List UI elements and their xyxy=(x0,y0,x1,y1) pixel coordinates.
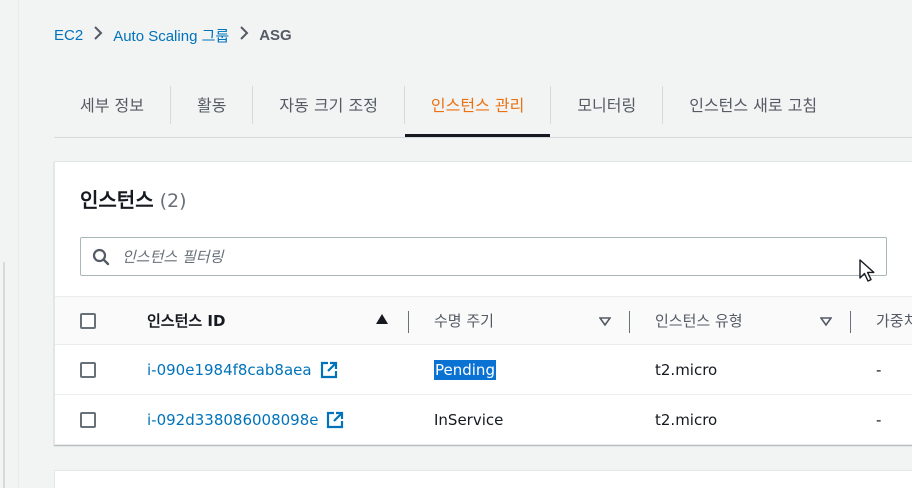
header-lifecycle[interactable]: 수명 주기 xyxy=(434,297,494,344)
column-divider[interactable] xyxy=(629,311,630,333)
table-row[interactable]: i-090e1984f8cab8aea Pending t2.micro - xyxy=(55,345,912,395)
table-header: 인스턴스 ID 수명 주기 인스턴스 유형 가중치 xyxy=(55,296,912,345)
lifecycle-status: InService xyxy=(434,410,504,429)
lifecycle-status-selected: Pending xyxy=(434,359,496,380)
left-rail-line xyxy=(3,262,5,488)
breadcrumb-ec2[interactable]: EC2 xyxy=(54,27,83,44)
select-all-cell xyxy=(80,297,96,344)
header-weight-label: 가중치 xyxy=(876,312,912,330)
select-all-checkbox[interactable] xyxy=(80,312,96,329)
external-link-icon[interactable] xyxy=(320,361,338,379)
instance-id-link[interactable]: i-092d338086008098e xyxy=(147,411,318,429)
filter-input[interactable] xyxy=(122,247,822,266)
header-instance-type[interactable]: 인스턴스 유형 xyxy=(655,297,743,344)
instance-id-cell: i-092d338086008098e xyxy=(147,395,344,444)
instance-type-cell: t2.micro xyxy=(655,395,717,444)
tabs-baseline xyxy=(54,137,912,138)
next-panel xyxy=(54,470,912,488)
row-checkbox[interactable] xyxy=(80,411,96,428)
sort-descending-icon[interactable] xyxy=(598,315,612,329)
tab-instance-management[interactable]: 인스턴스 관리 xyxy=(404,80,551,137)
row-checkbox[interactable] xyxy=(80,361,96,378)
chevron-right-icon xyxy=(239,25,249,45)
tab-automatic-scaling[interactable]: 자동 크기 조정 xyxy=(253,80,404,137)
breadcrumb-current: ASG xyxy=(259,26,292,44)
table-row[interactable]: i-092d338086008098e InService t2.micro - xyxy=(55,395,912,445)
instance-count: (2) xyxy=(159,190,187,212)
instance-type-cell: t2.micro xyxy=(655,345,717,394)
tab-details[interactable]: 세부 정보 xyxy=(54,80,170,137)
column-divider[interactable] xyxy=(408,311,409,333)
header-instance-id[interactable]: 인스턴스 ID xyxy=(147,297,225,344)
panel-title-text: 인스턴스 xyxy=(80,188,154,212)
search-icon xyxy=(92,248,114,266)
left-rail-edge xyxy=(18,0,19,488)
chevron-right-icon xyxy=(93,25,103,45)
weight-cell: - xyxy=(876,345,881,394)
weight-value: - xyxy=(876,360,882,379)
instances-panel: 인스턴스(2) 인스턴스 ID 수명 주기 인스턴스 유형 xyxy=(54,161,912,445)
weight-cell: - xyxy=(876,395,881,444)
tab-instance-refresh[interactable]: 인스턴스 새로 고침 xyxy=(663,80,843,137)
mouse-pointer-icon xyxy=(859,259,877,289)
lifecycle-cell: Pending xyxy=(434,345,496,394)
header-instance-type-label: 인스턴스 유형 xyxy=(655,312,743,330)
filter-box[interactable] xyxy=(80,237,887,276)
tab-activity[interactable]: 활동 xyxy=(171,80,252,137)
row-checkbox-cell xyxy=(80,395,96,444)
panel-title: 인스턴스 (2) xyxy=(80,184,187,213)
external-link-icon[interactable] xyxy=(326,411,344,429)
tab-bar: 세부 정보 활동 자동 크기 조정 인스턴스 관리 모니터링 인스턴스 새로 고… xyxy=(54,80,843,138)
breadcrumb: EC2 Auto Scaling 그룹 ASG xyxy=(54,24,292,46)
weight-value: - xyxy=(876,410,882,429)
header-instance-id-label: 인스턴스 ID xyxy=(147,312,226,330)
sort-descending-icon[interactable] xyxy=(819,315,833,329)
breadcrumb-auto-scaling-groups[interactable]: Auto Scaling 그룹 xyxy=(113,25,229,46)
header-lifecycle-label: 수명 주기 xyxy=(434,312,494,330)
column-divider[interactable] xyxy=(850,311,851,333)
header-weight[interactable]: 가중치 xyxy=(876,297,912,344)
instance-id-cell: i-090e1984f8cab8aea xyxy=(147,345,338,394)
instance-id-link[interactable]: i-090e1984f8cab8aea xyxy=(147,361,312,379)
lifecycle-cell: InService xyxy=(434,395,503,444)
row-checkbox-cell xyxy=(80,345,96,394)
sort-ascending-icon[interactable] xyxy=(376,313,388,327)
instance-type-value: t2.micro xyxy=(655,360,718,379)
tab-monitoring[interactable]: 모니터링 xyxy=(551,80,662,137)
instance-type-value: t2.micro xyxy=(655,410,718,429)
